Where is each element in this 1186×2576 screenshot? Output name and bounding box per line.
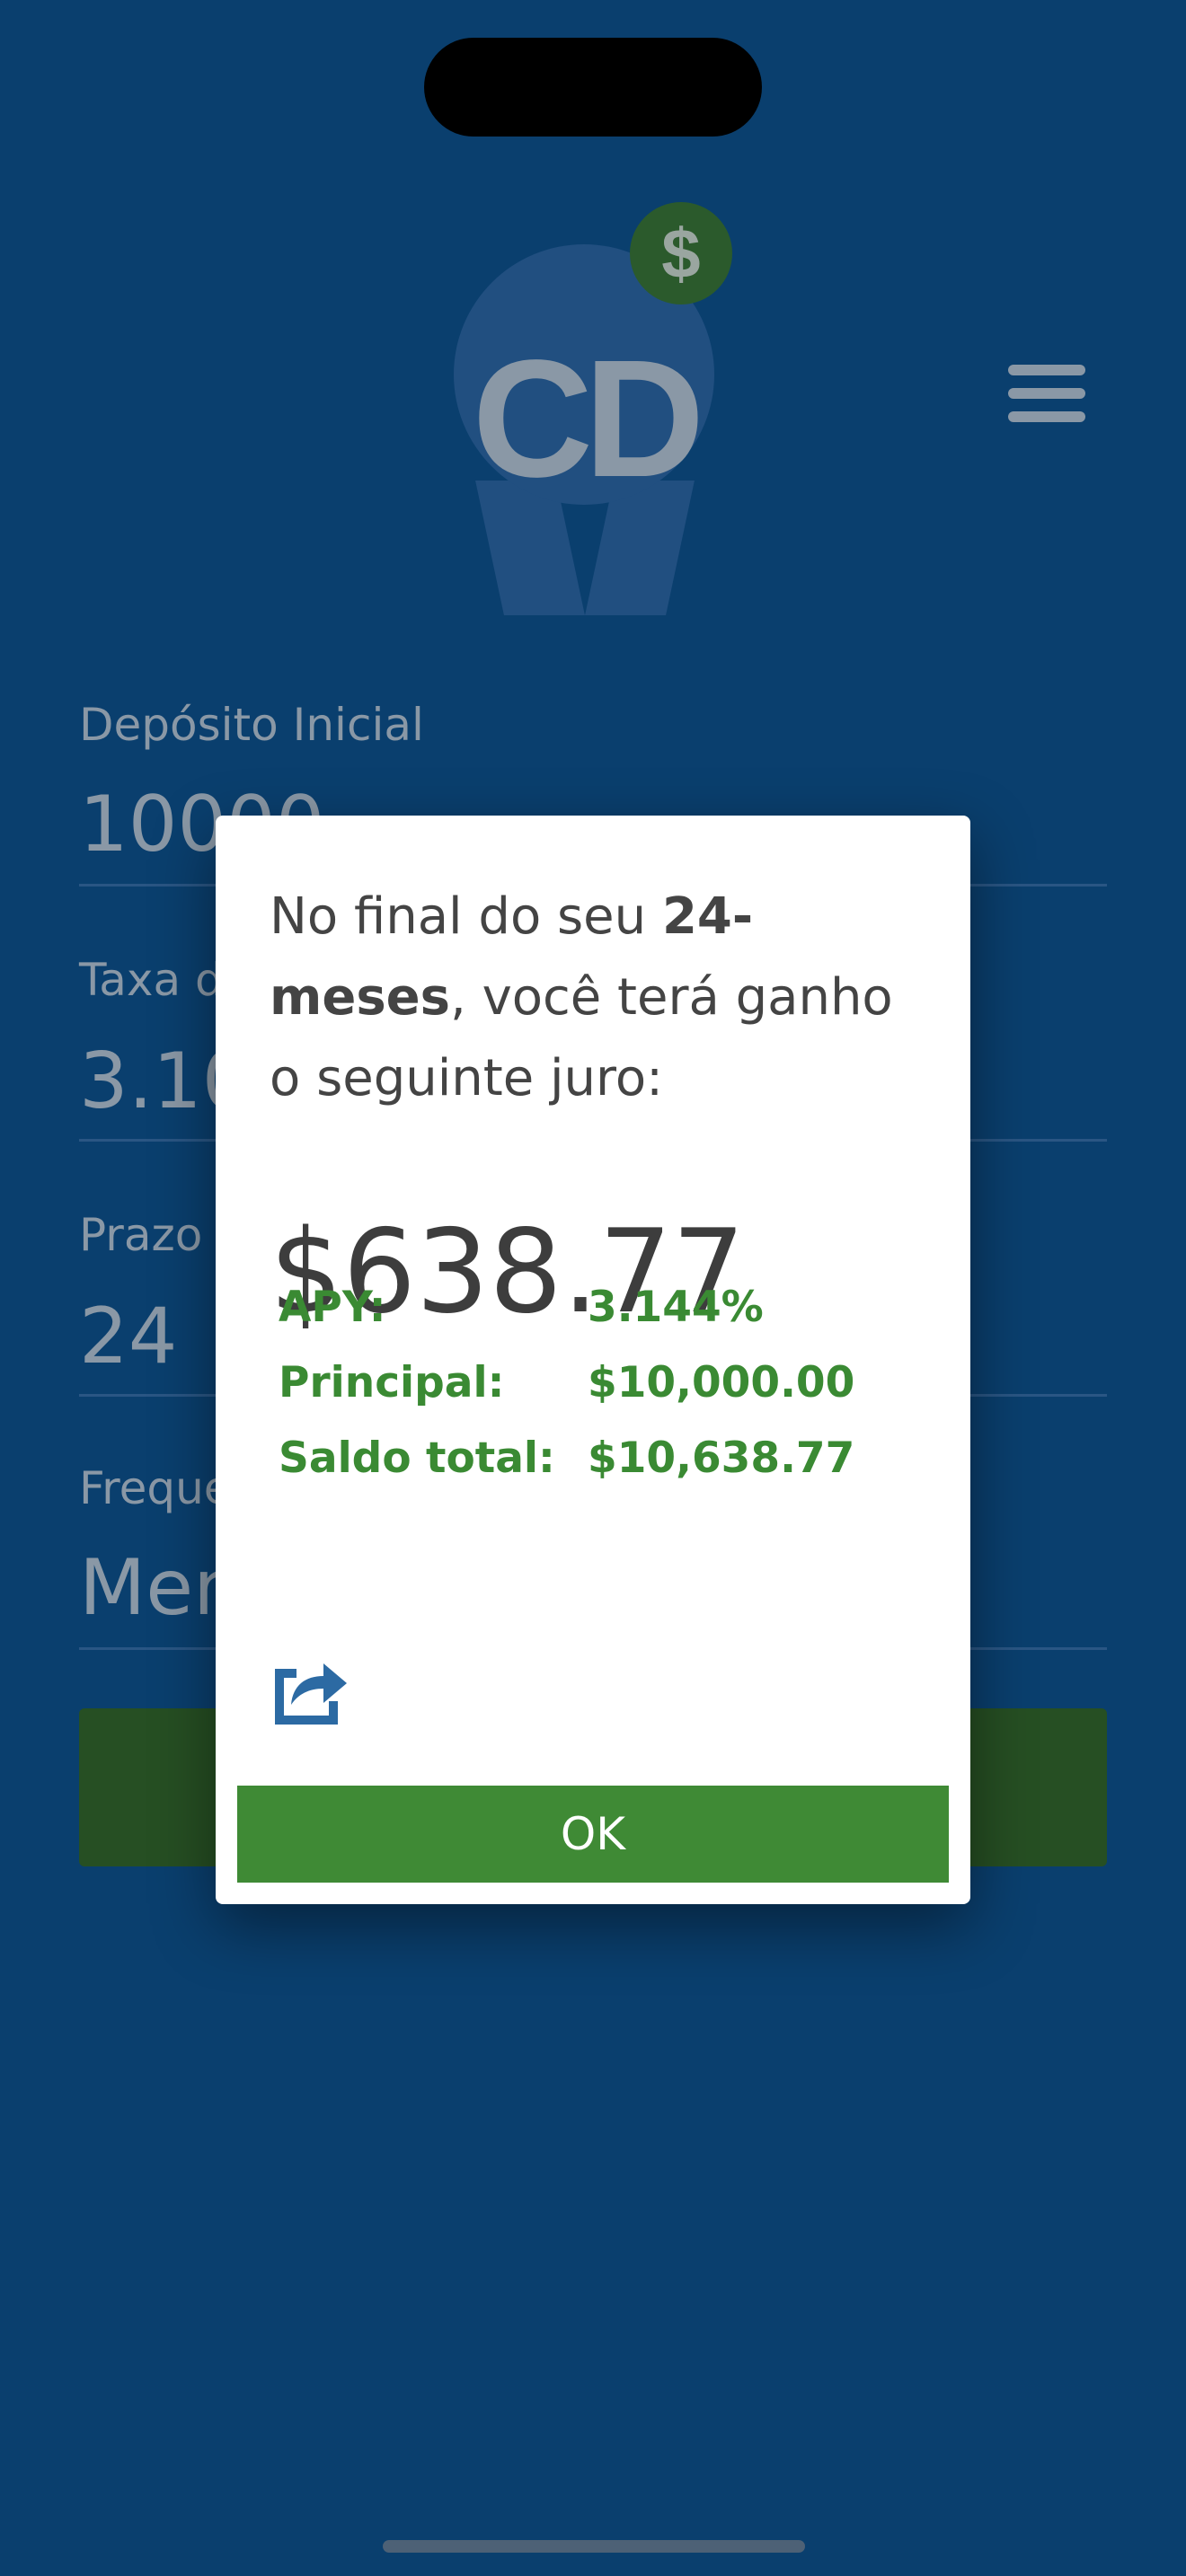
result-message: No final do seu 24-meses, você terá ganh… bbox=[270, 877, 916, 1119]
principal-label: Principal: bbox=[279, 1358, 505, 1407]
principal-value: $10,000.00 bbox=[588, 1358, 855, 1407]
share-icon[interactable] bbox=[270, 1649, 350, 1730]
apy-value: 3.144% bbox=[588, 1283, 764, 1332]
message-text: No final do seu bbox=[270, 887, 662, 946]
ok-button[interactable]: OK bbox=[237, 1786, 949, 1883]
home-indicator[interactable] bbox=[383, 2540, 805, 2553]
result-dialog: No final do seu 24-meses, você terá ganh… bbox=[216, 816, 970, 1904]
apy-label: APY: bbox=[279, 1283, 386, 1332]
total-balance-label: Saldo total: bbox=[279, 1434, 555, 1483]
total-balance-value: $10,638.77 bbox=[588, 1434, 855, 1483]
